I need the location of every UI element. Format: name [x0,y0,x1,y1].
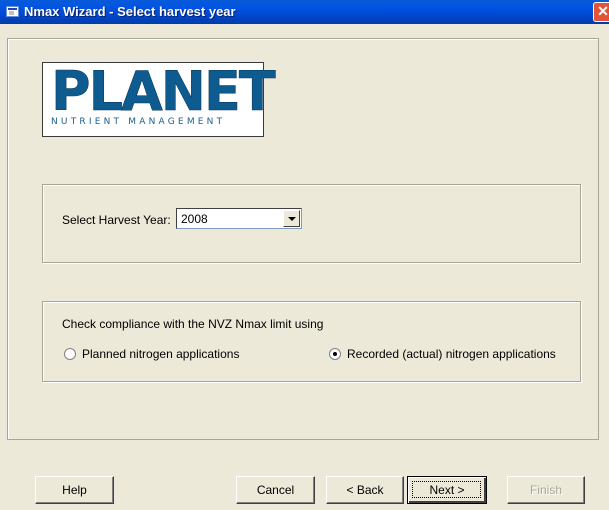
harvest-year-dropdown-button[interactable] [283,210,300,227]
planet-logo: PLANET NUTRIENT MANAGEMENT [42,60,276,137]
radio-planned-label: Planned nitrogen applications [82,347,240,361]
cancel-button-label: Cancel [256,483,295,497]
cancel-button[interactable]: Cancel [236,476,315,504]
radio-circle-icon [329,348,341,360]
nvz-compliance-group [42,301,581,382]
title-bar: Nmax Wizard - Select harvest year ✕ [0,0,609,24]
next-button-label: Next > [429,483,465,497]
help-button-label: Help [62,483,87,497]
finish-button-label: Finish [529,483,562,497]
back-button-label: < Back [346,483,384,497]
next-button[interactable]: Next > [407,476,487,504]
finish-button[interactable]: Finish [507,476,585,504]
harvest-year-value: 2008 [181,212,208,226]
radio-recorded-label: Recorded (actual) nitrogen applications [347,347,556,361]
back-button[interactable]: < Back [326,476,404,504]
window-title: Nmax Wizard - Select harvest year [24,4,236,19]
app-window-icon [6,6,19,17]
logo-wordmark: PLANET [51,60,276,124]
harvest-year-select[interactable]: 2008 [176,208,302,229]
help-button[interactable]: Help [35,476,114,504]
nvz-compliance-label: Check compliance with the NVZ Nmax limit… [62,317,324,331]
close-button[interactable]: ✕ [593,2,609,22]
chevron-down-icon [288,217,296,221]
radio-selected-dot-icon [333,352,337,356]
radio-circle-icon [64,348,76,360]
harvest-year-label: Select Harvest Year: [62,213,171,227]
logo-subtitle: NUTRIENT MANAGEMENT [51,117,226,127]
